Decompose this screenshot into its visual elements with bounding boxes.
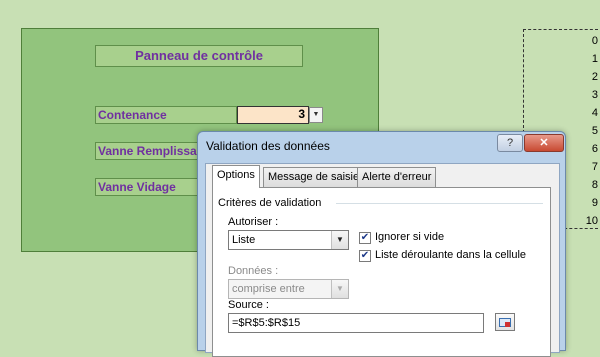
donnees-value: comprise entre [232,283,305,295]
dialog-body: Options Message de saisie Alerte d'erreu… [205,163,560,357]
spreadsheet-area: Panneau de contrôle Contenance Vanne Rem… [0,0,600,357]
collapse-dialog-arrow-icon [505,322,510,327]
autoriser-select[interactable]: Liste ▼ [228,230,349,250]
close-button[interactable]: ✕ [524,134,564,152]
help-button[interactable]: ? [497,134,523,152]
cell-dropdown-button[interactable]: ▼ [309,107,323,123]
range-value: 3 [591,89,598,101]
group-divider [336,203,543,204]
checkmark-icon: ✔ [360,250,370,261]
tab-message-de-saisie[interactable]: Message de saisie [263,167,365,187]
ignorer-label: Ignorer si vide [375,231,445,243]
donnees-select: comprise entre ▼ [228,279,349,299]
range-value: 6 [591,143,598,155]
range-value: 4 [591,107,598,119]
data-validation-dialog: Validation des données ? ✕ Options Messa… [197,131,566,357]
donnees-label: Données : [228,265,279,277]
source-input[interactable]: =$R$5:$R$15 [228,313,484,333]
contenance-label: Contenance [95,106,237,124]
tab-options[interactable]: Options [212,165,260,188]
range-value: 0 [591,35,598,47]
contenance-value-cell[interactable]: 3 [237,106,309,124]
tab-alerte-erreur[interactable]: Alerte d'erreur [357,167,437,187]
liste-deroulante-label: Liste déroulante dans la cellule [375,249,527,261]
range-value: 2 [591,71,598,83]
autoriser-value: Liste [232,234,256,246]
liste-deroulante-checkbox[interactable]: ✔ [359,250,371,262]
chevron-down-icon: ▼ [331,280,348,298]
range-value: 9 [591,197,598,209]
chevron-down-icon: ▼ [312,111,320,118]
range-value: 1 [591,53,598,65]
dialog-title: Validation des données [206,139,330,153]
options-tab-panel: Critères de validation Autoriser : Liste… [212,187,551,357]
range-value: 8 [591,179,598,191]
criteria-heading: Critères de validation [218,197,322,209]
range-value: 7 [591,161,598,173]
checkmark-icon: ✔ [360,232,370,243]
range-value: 5 [591,125,598,137]
panel-title: Panneau de contrôle [95,45,303,67]
ignorer-checkbox[interactable]: ✔ [359,232,371,244]
autoriser-label: Autoriser : [228,216,279,228]
range-picker-button[interactable] [495,313,515,331]
chevron-down-icon[interactable]: ▼ [331,231,348,249]
source-label: Source : [228,299,269,311]
range-value: 10 [585,215,598,227]
